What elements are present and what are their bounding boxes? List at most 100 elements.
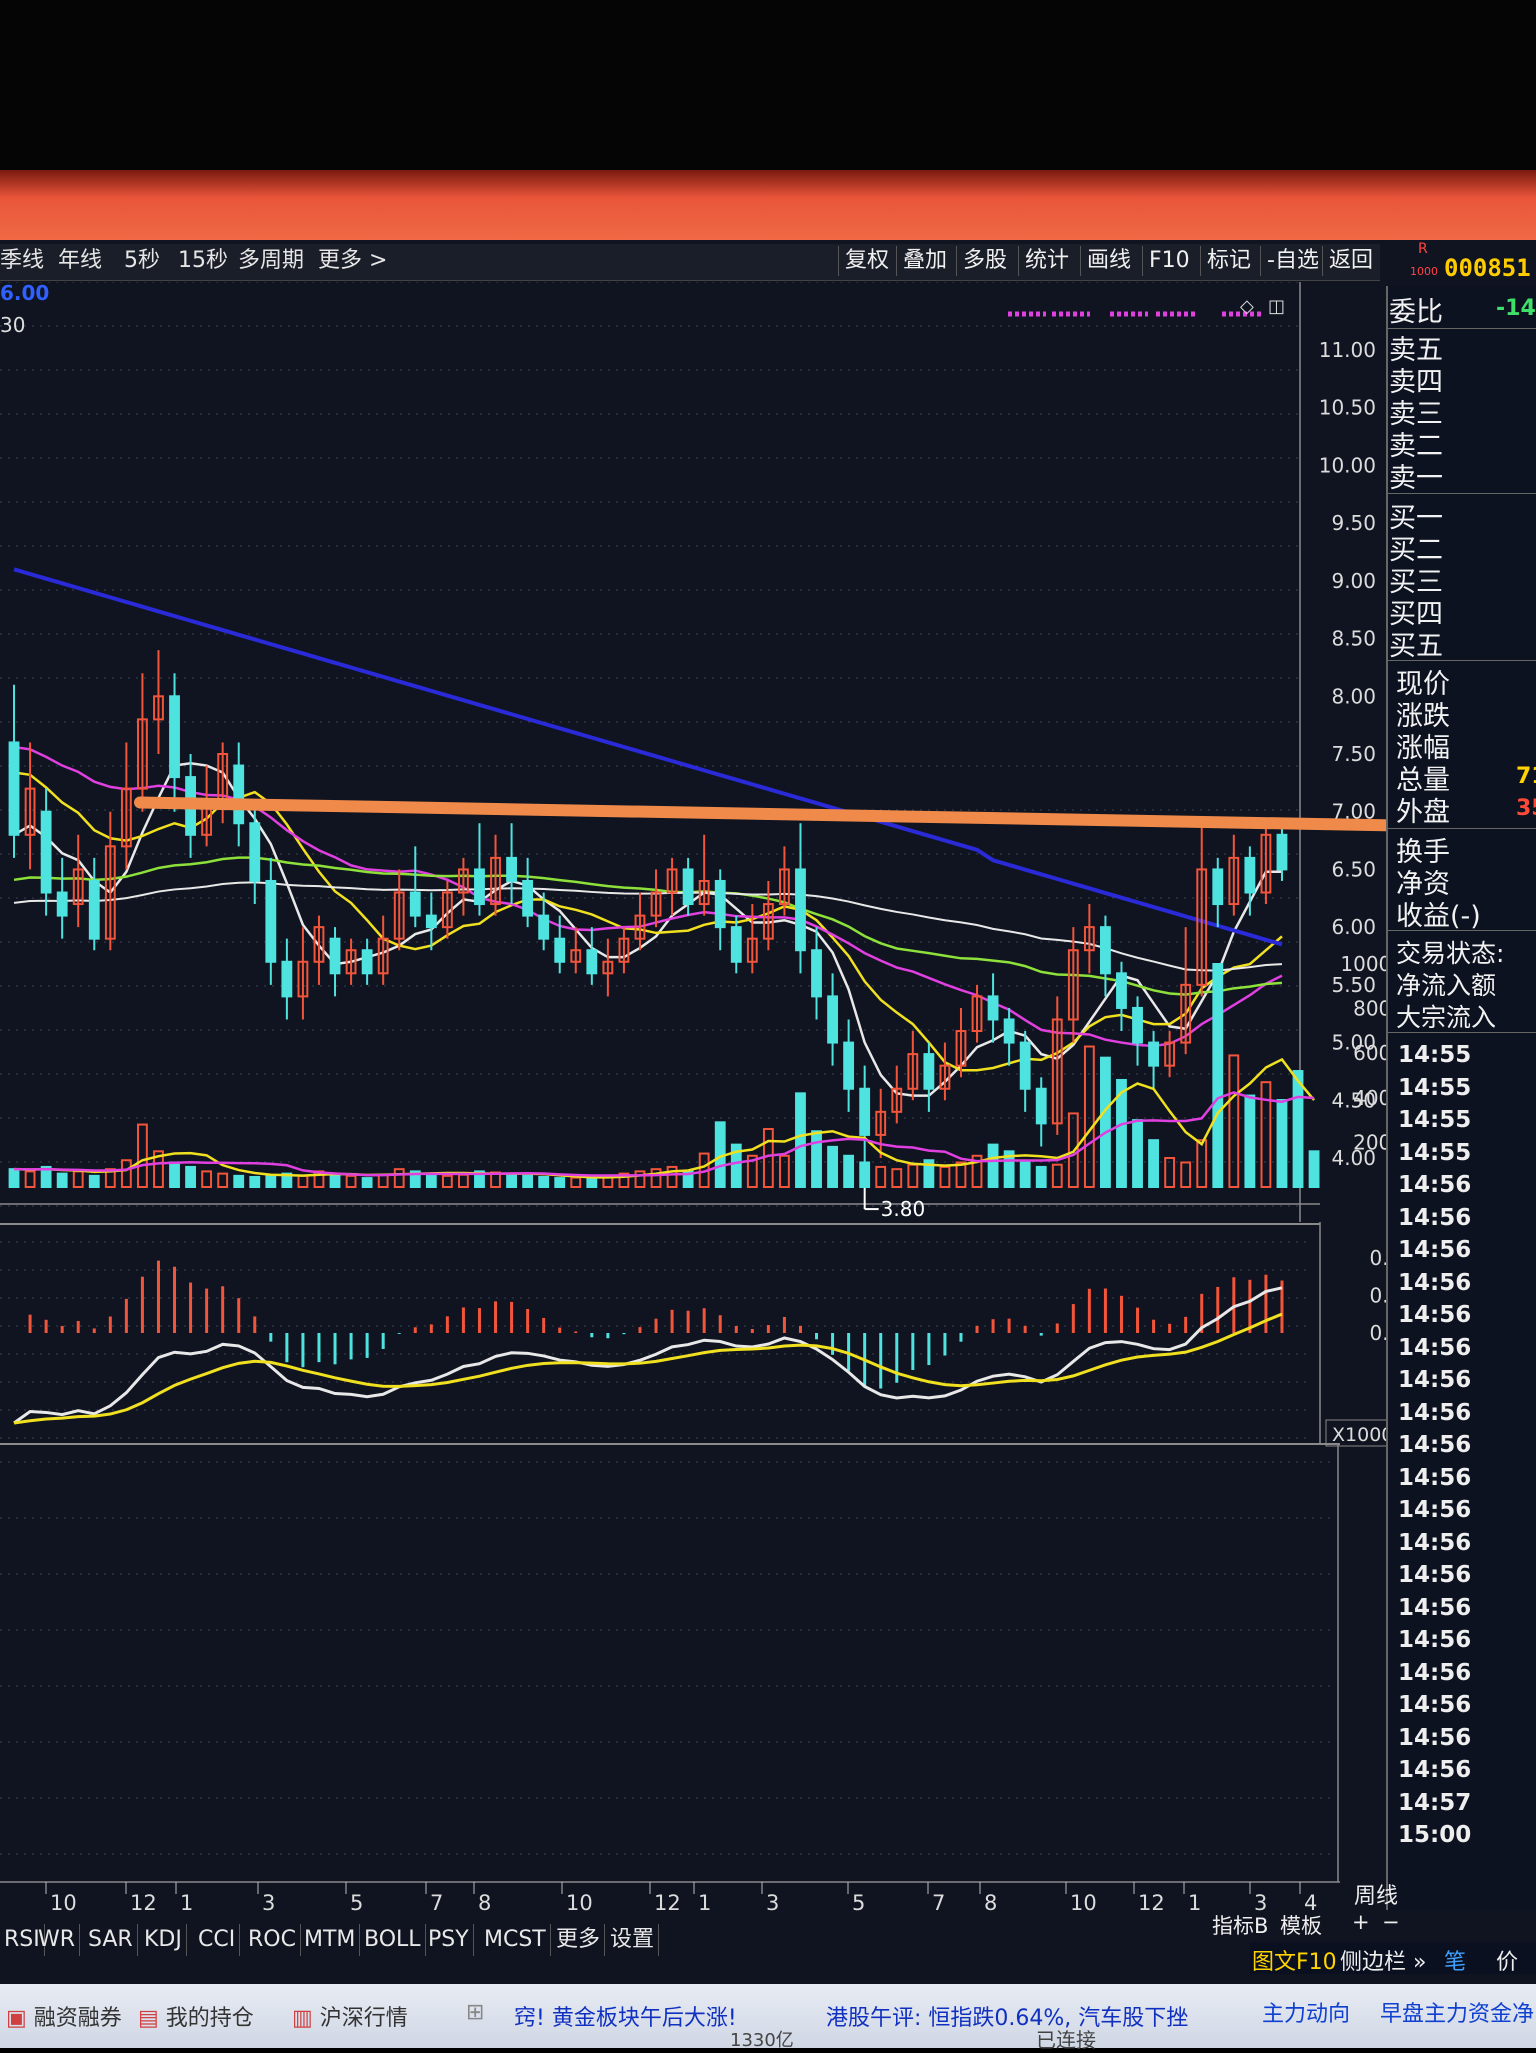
indicator-tab-psy[interactable]: PSY — [424, 1924, 474, 1956]
menu-5sec[interactable]: 5秒 — [124, 246, 160, 276]
macd-dea-line — [13, 1312, 1283, 1425]
remove-indicator-button[interactable]: − — [1382, 1910, 1400, 1934]
tick-time: 14:56 — [1398, 1724, 1472, 1751]
sell-1: 卖一 — [1389, 463, 1443, 494]
candle-body — [88, 879, 100, 940]
candle-body — [1132, 1006, 1143, 1044]
x-tick-label: 10 — [566, 1891, 593, 1915]
candle-body — [8, 741, 20, 836]
tick-time: 14:56 — [1398, 1562, 1472, 1588]
add-indicator-button[interactable]: + — [1352, 1910, 1370, 1934]
net-inflow-label: 净流入额 — [1396, 971, 1497, 1000]
template-button[interactable]: 模板 — [1280, 1910, 1322, 1940]
volume-bar — [1292, 1070, 1304, 1188]
quote-outer-label: 外盘 — [1396, 797, 1450, 828]
f10-button[interactable]: F10 — [1142, 246, 1196, 276]
menu-15sec[interactable]: 15秒 — [178, 246, 228, 276]
kline-chart[interactable]: 6.00 30 ◇ ◫ 3.80 11.0010.5010.009.509.008… — [0, 282, 1400, 1922]
price-tick-label: 8.50 — [1331, 627, 1376, 651]
sidebar-tab[interactable]: 侧边栏 » — [1340, 1944, 1426, 1976]
indicator-tab-mtm[interactable]: MTM — [300, 1924, 361, 1956]
indicator-tab-mcst[interactable]: MCST — [480, 1924, 551, 1956]
partial-ma-value: 6.00 — [0, 282, 49, 305]
status-holdings-label: 我的持仓 — [165, 2006, 254, 2031]
status-market[interactable]: ▥ 沪深行情 — [292, 2000, 408, 2032]
volume-bar — [458, 1173, 469, 1188]
draw-line-button[interactable]: 画线 — [1080, 246, 1137, 276]
news-headline-2[interactable]: 港股午评: 恒指跌0.64%, 汽车股下挫 — [826, 2000, 1188, 2032]
restore-rights-button[interactable]: 复权 — [838, 246, 895, 276]
indicator-tab-wr[interactable]: WR — [34, 1924, 81, 1956]
candle-body — [425, 914, 437, 929]
background-top — [0, 0, 1536, 170]
volume-unit-label: X1000 — [1332, 1424, 1393, 1446]
bottom-right-tabs: 图文F10 侧边栏 » 笔 价 — [1250, 1942, 1536, 1976]
candle-body — [1003, 1018, 1015, 1044]
candle-body — [40, 810, 52, 894]
add-icon[interactable]: ⊞ — [466, 2000, 484, 2025]
volume-bar — [217, 1172, 229, 1188]
back-button[interactable]: 返回 — [1322, 246, 1379, 276]
indicator-tab-更多[interactable]: 更多 — [552, 1924, 606, 1956]
candle-body — [169, 695, 180, 779]
multi-stock-button[interactable]: 多股 — [956, 246, 1013, 276]
tick-time: 14:56 — [1398, 1529, 1472, 1556]
volume-bar — [88, 1174, 100, 1188]
price-tick-label: 5.50 — [1331, 973, 1376, 997]
buy-5: 买五 — [1389, 631, 1443, 662]
indicator-tab-设置[interactable]: 设置 — [606, 1924, 660, 1956]
volume-bar — [345, 1174, 357, 1188]
pen-tab[interactable]: 笔 — [1444, 1944, 1466, 1976]
macd-dif-line — [13, 1286, 1283, 1425]
volume-bar — [762, 1128, 774, 1189]
quote-eps-label: 收益(-) — [1396, 901, 1481, 932]
candle-body — [281, 960, 293, 998]
quote-outer-value: 35 — [1516, 796, 1536, 821]
tick-time: 14:55 — [1398, 1074, 1472, 1101]
price-tick-label: 7.50 — [1331, 742, 1376, 766]
price-tick-label: 11.00 — [1319, 338, 1376, 362]
news-morning-flow[interactable]: 早盘主力资金净 — [1380, 1996, 1534, 2028]
candle-body — [714, 879, 726, 929]
tick-time: 14:56 — [1398, 1497, 1472, 1523]
menu-more[interactable]: 更多 > — [318, 246, 387, 276]
news-main-flow[interactable]: 主力动向 — [1262, 1996, 1350, 2028]
indicator-tab-cci[interactable]: CCI — [194, 1924, 241, 1956]
volume-bar — [1019, 1161, 1031, 1188]
tick-time: 14:56 — [1398, 1692, 1472, 1718]
volume-bar — [1308, 1150, 1320, 1189]
statistics-button[interactable]: 统计 — [1018, 246, 1075, 276]
status-margin-trading[interactable]: ▣ 融资融券 — [6, 2000, 122, 2032]
overlay-button[interactable]: 叠加 — [896, 246, 953, 276]
indicator-tab-boll[interactable]: BOLL — [360, 1924, 426, 1956]
price-tab[interactable]: 价 — [1496, 1944, 1518, 1976]
indicator-tab-kdj[interactable]: KDJ — [140, 1924, 187, 1956]
menu-yearly[interactable]: 年线 — [58, 246, 102, 276]
volume-bar — [1132, 1119, 1143, 1188]
candle-body — [506, 856, 517, 882]
volume-bar — [538, 1175, 550, 1189]
candle-body — [1035, 1087, 1047, 1125]
menu-quarterly[interactable]: 季线 — [0, 246, 44, 276]
f10-tab[interactable]: 图文F10 — [1252, 1944, 1337, 1976]
x-tick-label: 1 — [180, 1891, 193, 1915]
mark-button[interactable]: 标记 — [1200, 246, 1257, 276]
code-marker-top: R — [1418, 241, 1428, 257]
candle-body — [795, 868, 806, 952]
holdings-icon: ▤ — [138, 2006, 159, 2031]
indicator-b-button[interactable]: 指标B — [1212, 1910, 1268, 1940]
indicator-tab-roc[interactable]: ROC — [244, 1924, 301, 1956]
news-headline-1[interactable]: 窍! 黄金板块午后大涨! — [514, 2000, 737, 2032]
ma-legend-marks: ◇ ◫ — [1008, 296, 1285, 317]
x-tick-label: 7 — [932, 1891, 945, 1915]
volume-bar — [1148, 1139, 1159, 1188]
volume-bar — [843, 1154, 855, 1189]
menu-multi-period[interactable]: 多周期 — [238, 246, 304, 276]
weibi-label: 委比 — [1389, 297, 1443, 328]
candles — [8, 650, 1288, 1182]
indicator-tab-sar[interactable]: SAR — [84, 1924, 138, 1956]
macd-lines — [13, 1286, 1283, 1425]
status-holdings[interactable]: ▤ 我的持仓 — [138, 2000, 254, 2032]
volume-bar — [56, 1172, 68, 1188]
watchlist-button[interactable]: -自选 — [1260, 246, 1325, 276]
